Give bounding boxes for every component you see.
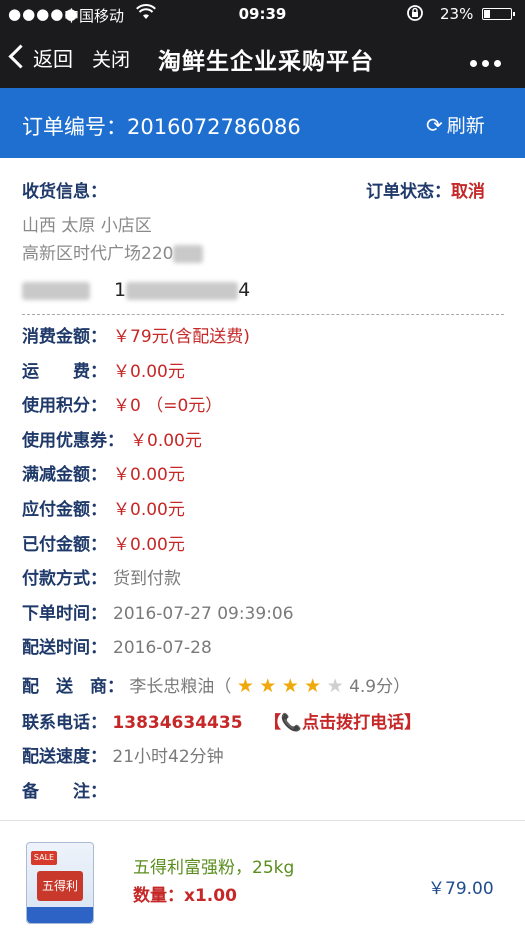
product-price: ￥79.00 (428, 879, 494, 899)
star-filled-icon: ★ (236, 675, 254, 697)
star-empty-icon: ★ (326, 675, 344, 697)
close-button[interactable]: 关闭 (92, 45, 130, 72)
detail-value: ￥79元(含配送费) (113, 327, 250, 347)
detail-value: ￥0.00元 (113, 465, 185, 486)
order-number-label: 订单编号： (22, 115, 127, 139)
star-filled-icon: ★ (304, 675, 322, 697)
shipping-info-label: 收货信息： (22, 182, 107, 202)
address-line-2-text: 高新区时代广场220 (22, 244, 174, 264)
bag-stripe (27, 907, 93, 923)
detail-row: 配送时间： 2016-07-28 (22, 633, 212, 658)
detail-value: ￥0.00元 (130, 430, 202, 451)
detail-row: 付款方式： 货到付款 (22, 564, 181, 589)
detail-label: 满减金额： (22, 465, 107, 486)
nav-bar: 返回 关闭 淘鲜生企业采购平台 (0, 28, 525, 88)
supplier-row: 配 送 商： 李长忠粮油（ ★ ★ ★ ★ ★ 4.9分） (22, 672, 410, 697)
detail-label: 使用优惠券： (22, 430, 124, 451)
battery-icon (482, 8, 515, 20)
more-dot-icon (470, 60, 477, 67)
address-line-2: 高新区时代广场220 (22, 239, 204, 264)
rating-stars: ★ ★ ★ ★ ★ (236, 675, 349, 697)
call-button[interactable]: 【📞点击拨打电话】 (264, 713, 421, 733)
contact-phone[interactable]: 13834634435 (112, 713, 242, 733)
detail-row: 使用积分： ￥0 （=0元） (22, 391, 222, 416)
more-menu-button[interactable] (470, 52, 510, 67)
chevron-left-icon (8, 44, 33, 69)
speed-label: 配送速度： (22, 747, 107, 767)
order-status-label: 订单状态： (366, 182, 451, 202)
detail-label: 已付金额： (22, 534, 107, 555)
redacted-recipient-name (22, 281, 90, 300)
rating-text: 4.9分） (349, 677, 411, 697)
address-line-1: 山西 太原 小店区 (22, 216, 152, 236)
phone-suffix: 4 (238, 279, 251, 301)
star-filled-icon: ★ (281, 675, 299, 697)
detail-row: 消费金额： ￥79元(含配送费) (22, 322, 250, 347)
detail-label: 运 费： (22, 361, 107, 382)
detail-value: ￥0.00元 (113, 500, 185, 520)
refresh-label: 刷新 (446, 115, 485, 137)
detail-label: 下单时间： (22, 603, 107, 624)
back-label: 返回 (33, 47, 73, 71)
refresh-button[interactable]: ⟳ 刷新 (426, 111, 485, 138)
recipient-phone: 14 (22, 279, 250, 301)
order-number: 订单编号：2016072786086 (22, 111, 301, 141)
back-button[interactable]: 返回 (8, 43, 73, 72)
redacted-phone (126, 281, 239, 300)
redacted-address (173, 245, 204, 263)
open-paren: （ (214, 677, 232, 697)
detail-label: 配送时间： (22, 638, 107, 659)
flour-bag-icon: SALE 五得利 (26, 842, 94, 924)
detail-value: ￥0.00元 (113, 361, 185, 382)
detail-row: 使用优惠券： ￥0.00元 (22, 426, 202, 451)
detail-row: 运 费： ￥0.00元 (22, 357, 185, 382)
speed-row: 配送速度： 21小时42分钟 (22, 742, 224, 767)
order-header: 订单编号：2016072786086 ⟳ 刷新 (0, 88, 525, 158)
contact-row: 联系电话： 13834634435 【📞点击拨打电话】 (22, 708, 421, 733)
detail-label: 消费金额： (22, 327, 107, 347)
detail-label: 使用积分： (22, 396, 107, 417)
detail-row: 应付金额： ￥0.00元 (22, 495, 185, 520)
more-dot-icon (482, 60, 489, 67)
detail-value: 货到付款 (113, 569, 181, 590)
order-number-value: 2016072786086 (127, 115, 301, 139)
detail-row: 满减金额： ￥0.00元 (22, 460, 185, 485)
star-filled-icon: ★ (259, 675, 277, 697)
section-divider (0, 820, 525, 821)
page-title: 淘鲜生企业采购平台 (158, 49, 374, 75)
product-quantity: 数量：x1.00 (133, 881, 237, 906)
phone-prefix: 1 (114, 279, 127, 301)
quantity-label: 数量： (133, 886, 184, 906)
rotation-lock-icon (405, 4, 425, 26)
order-status-value: 取消 (451, 182, 485, 202)
supplier-name: 李长忠粮油 (129, 677, 215, 697)
speed-value: 21小时42分钟 (112, 747, 224, 767)
quantity-value: x1.00 (184, 886, 237, 906)
detail-label: 付款方式： (22, 569, 107, 590)
detail-value: ￥0.00元 (113, 534, 185, 555)
product-image[interactable]: SALE 五得利 (20, 834, 102, 926)
detail-value: 2016-07-27 09:39:06 (113, 603, 294, 624)
detail-row: 已付金额： ￥0.00元 (22, 530, 185, 555)
supplier-label: 配 送 商： (22, 677, 124, 697)
refresh-icon: ⟳ (426, 113, 443, 137)
contact-label: 联系电话： (22, 713, 107, 733)
detail-value: ￥0 （=0元） (113, 396, 223, 417)
status-bar: ●●●●● 中国移动 09:39 23% (0, 0, 525, 28)
dashed-divider (22, 314, 504, 315)
more-dot-icon (494, 60, 501, 67)
detail-row: 下单时间： 2016-07-27 09:39:06 (22, 599, 294, 624)
detail-label: 应付金额： (22, 500, 107, 520)
battery-percent: 23% (440, 5, 474, 23)
sale-badge: SALE (31, 851, 57, 865)
remark-label: 备 注： (22, 782, 107, 802)
brand-mark: 五得利 (37, 871, 83, 901)
remark-row: 备 注： (22, 777, 107, 802)
order-status: 订单状态：取消 (366, 177, 485, 202)
detail-value: 2016-07-28 (113, 638, 212, 659)
product-name[interactable]: 五得利富强粉，25kg (133, 853, 294, 878)
